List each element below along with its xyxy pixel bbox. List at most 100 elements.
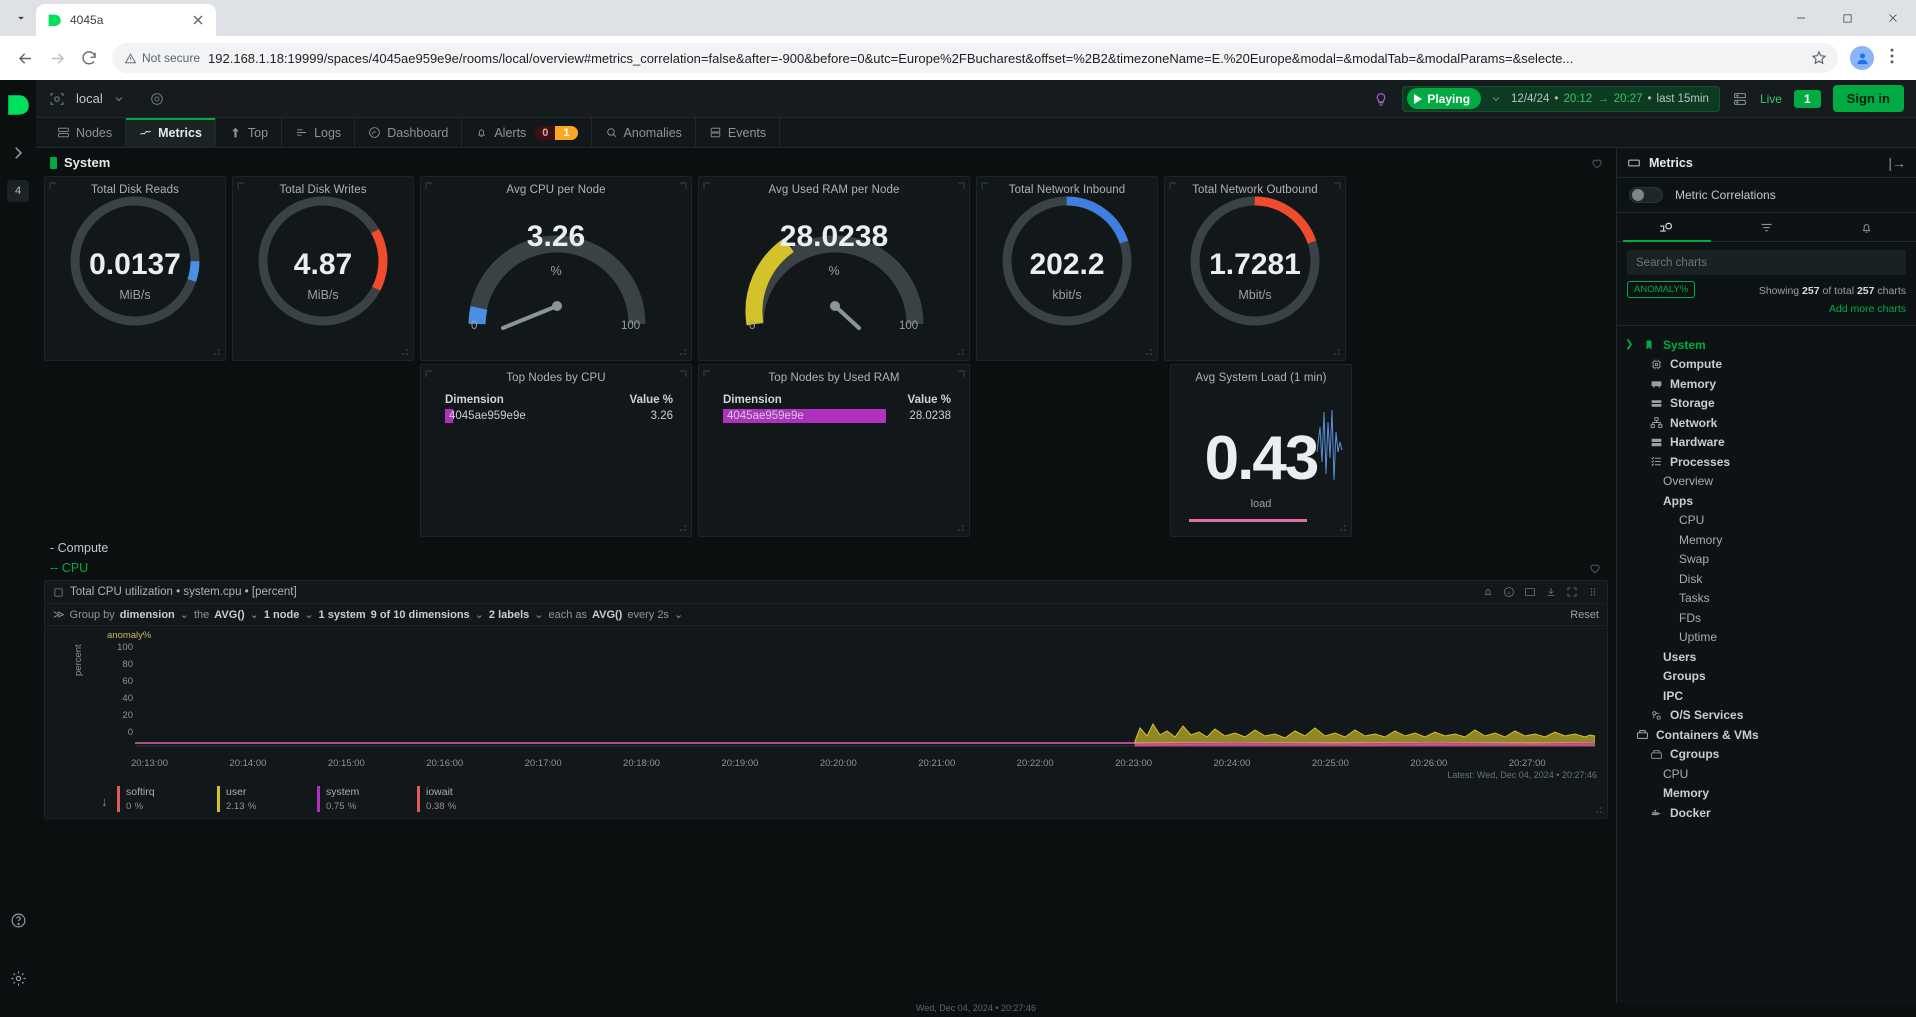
favorite-icon[interactable] (1588, 561, 1602, 575)
card-total-network-outbound[interactable]: Total Network Outbound 1.7281 Mbit/s (1164, 176, 1346, 361)
panel-tab-filter[interactable] (1717, 213, 1817, 241)
section-cpu[interactable]: -- CPU (42, 557, 1610, 577)
caret6-icon[interactable]: ⌄ (674, 608, 683, 621)
add-more-charts-link[interactable]: Add more charts (1829, 303, 1906, 315)
resize-grip-icon[interactable] (213, 348, 221, 356)
alert-bell-icon[interactable] (1482, 586, 1494, 598)
close-icon[interactable] (190, 12, 206, 28)
section-compute[interactable]: - Compute (42, 537, 1610, 557)
tree-item-cgroups-memory[interactable]: Memory (1617, 784, 1916, 804)
metric-correlations-row[interactable]: Metric Correlations (1617, 178, 1916, 213)
tab-logs[interactable]: Logs (282, 118, 356, 147)
legend-scroll-icon[interactable]: ↓ (101, 786, 117, 809)
maximize-icon[interactable] (1824, 2, 1870, 34)
gear-icon[interactable] (5, 965, 31, 991)
tab-top[interactable]: Top (216, 118, 283, 147)
legend-item-system[interactable]: system 0.75 % (317, 786, 417, 812)
info-icon[interactable] (1503, 586, 1515, 598)
sign-in-button[interactable]: Sign in (1832, 85, 1904, 112)
resize-grip-icon[interactable] (401, 348, 409, 356)
chart-drag-icon[interactable] (53, 587, 64, 598)
card-top-nodes-by-cpu[interactable]: Top Nodes by CPU Dimension Value % 4045a… (420, 364, 692, 537)
kebab-menu-icon[interactable] (1882, 46, 1906, 70)
tree-item-compute[interactable]: Compute (1617, 355, 1916, 375)
tree-item-overview[interactable]: Overview (1617, 472, 1916, 492)
card-avg-system-load[interactable]: Avg System Load (1 min) 0.43 load (1170, 364, 1352, 537)
table-row[interactable]: 4045ae959e9e 3.26 (445, 409, 673, 423)
download-icon[interactable] (1545, 586, 1557, 598)
tree-item-hardware[interactable]: Hardware (1617, 433, 1916, 453)
resize-grip-icon[interactable] (1339, 524, 1347, 532)
tree-item-processes[interactable]: Processes (1617, 452, 1916, 472)
tab-alerts[interactable]: Alerts 0 1 (462, 118, 592, 147)
tab-nodes[interactable]: Nodes (44, 118, 127, 147)
tab-search-icon[interactable] (6, 3, 36, 33)
avatar[interactable] (1850, 46, 1874, 70)
tree-item-apps-uptime[interactable]: Uptime (1617, 628, 1916, 648)
playing-button[interactable]: Playing (1407, 88, 1482, 109)
tree-item-containers-vms[interactable]: Containers & VMs (1617, 725, 1916, 745)
caret5-icon[interactable]: ⌄ (534, 608, 543, 621)
card-total-network-inbound[interactable]: Total Network Inbound 202.2 kbit/s (976, 176, 1158, 361)
caret2-icon[interactable]: ⌄ (250, 608, 259, 621)
star-icon[interactable] (1810, 49, 1828, 67)
tree-item-apps-cpu[interactable]: CPU (1617, 511, 1916, 531)
alert-badges[interactable]: 0 1 (535, 125, 578, 140)
legend-item-user[interactable]: user 2.13 % (217, 786, 317, 812)
back-icon[interactable] (10, 43, 40, 73)
table-row[interactable]: 4045ae959e9e 28.0238 (723, 409, 951, 423)
url-bar[interactable]: Not secure 192.168.1.18:19999/spaces/404… (112, 43, 1838, 73)
forward-icon[interactable] (42, 43, 72, 73)
time-range-picker[interactable]: Playing 12/4/24 • 20:12 → 20:27 • last 1… (1402, 85, 1720, 112)
tab-anomalies[interactable]: Anomalies (592, 118, 696, 147)
live-node-count[interactable]: 1 (1793, 89, 1821, 108)
reset-button[interactable]: Reset (1570, 609, 1599, 621)
tree-item-docker[interactable]: Docker (1617, 803, 1916, 823)
chart-total-cpu-utilization[interactable]: Total CPU utilization • system.cpu • [pe… (44, 580, 1608, 819)
card-avg-cpu-per-node[interactable]: Avg CPU per Node 3.26 % 0 100 (420, 176, 692, 361)
caret3-icon[interactable]: ⌄ (304, 608, 313, 621)
card-total-disk-writes[interactable]: Total Disk Writes 4.87 MiB/s (232, 176, 414, 361)
card-top-nodes-by-used-ram[interactable]: Top Nodes by Used RAM Dimension Value % (698, 364, 970, 537)
chart-plot-area[interactable]: anomaly% percent 100 80 60 40 20 0 (45, 628, 1607, 756)
panel-tab-alerts[interactable] (1816, 213, 1916, 241)
rail-badge[interactable]: 4 (7, 180, 29, 202)
tree-item-cgroups[interactable]: Cgroups (1617, 745, 1916, 765)
tree-item-apps-memory[interactable]: Memory (1617, 530, 1916, 550)
tree-item-cgroups-cpu[interactable]: CPU (1617, 764, 1916, 784)
tab-dashboard[interactable]: Dashboard (355, 118, 463, 147)
tree-item-system[interactable]: ❯ System (1617, 335, 1916, 355)
tree-item-memory[interactable]: Memory (1617, 374, 1916, 394)
card-avg-used-ram-per-node[interactable]: Avg Used RAM per Node 28.0238 % 0 100 (698, 176, 970, 361)
resize-grip-icon[interactable] (1145, 348, 1153, 356)
chevron-down-icon[interactable] (1490, 93, 1502, 105)
tree-item-apps-tasks[interactable]: Tasks (1617, 589, 1916, 609)
resize-grip-icon[interactable] (679, 348, 687, 356)
node-count[interactable]: 1 node (264, 609, 299, 621)
groupby-caret-icon[interactable]: ≫ (53, 608, 65, 621)
tab-metrics[interactable]: Metrics (126, 118, 216, 147)
tree-item-ipc[interactable]: IPC (1617, 686, 1916, 706)
browser-tab[interactable]: 4045a (36, 4, 216, 36)
expand-rail-button[interactable] (5, 140, 31, 166)
minimize-icon[interactable] (1778, 2, 1824, 34)
agg-value[interactable]: AVG() (214, 609, 244, 621)
legend-item-iowait[interactable]: iowait 0.38 % (417, 786, 517, 812)
resize-grip-icon[interactable] (679, 524, 687, 532)
favorite-icon[interactable] (1590, 156, 1604, 170)
resize-grip-icon[interactable] (1595, 806, 1603, 814)
tree-item-apps[interactable]: Apps (1617, 491, 1916, 511)
chevron-right-icon[interactable]: ❯ (1625, 339, 1635, 350)
resize-grip-icon[interactable] (957, 524, 965, 532)
space-name[interactable]: local (76, 91, 103, 106)
tree-item-network[interactable]: Network (1617, 413, 1916, 433)
resize-grip-icon[interactable] (957, 348, 965, 356)
nodes-icon[interactable] (1732, 91, 1748, 107)
anomaly-chip[interactable]: ANOMALY% (1627, 281, 1696, 298)
dimension-count[interactable]: 9 of 10 dimensions (371, 609, 470, 621)
tree-item-apps-disk[interactable]: Disk (1617, 569, 1916, 589)
resize-grip-icon[interactable] (1333, 348, 1341, 356)
system-count[interactable]: 1 system (319, 609, 366, 621)
label-count[interactable]: 2 labels (489, 609, 529, 621)
collapse-right-icon[interactable]: |→ (1888, 155, 1906, 171)
